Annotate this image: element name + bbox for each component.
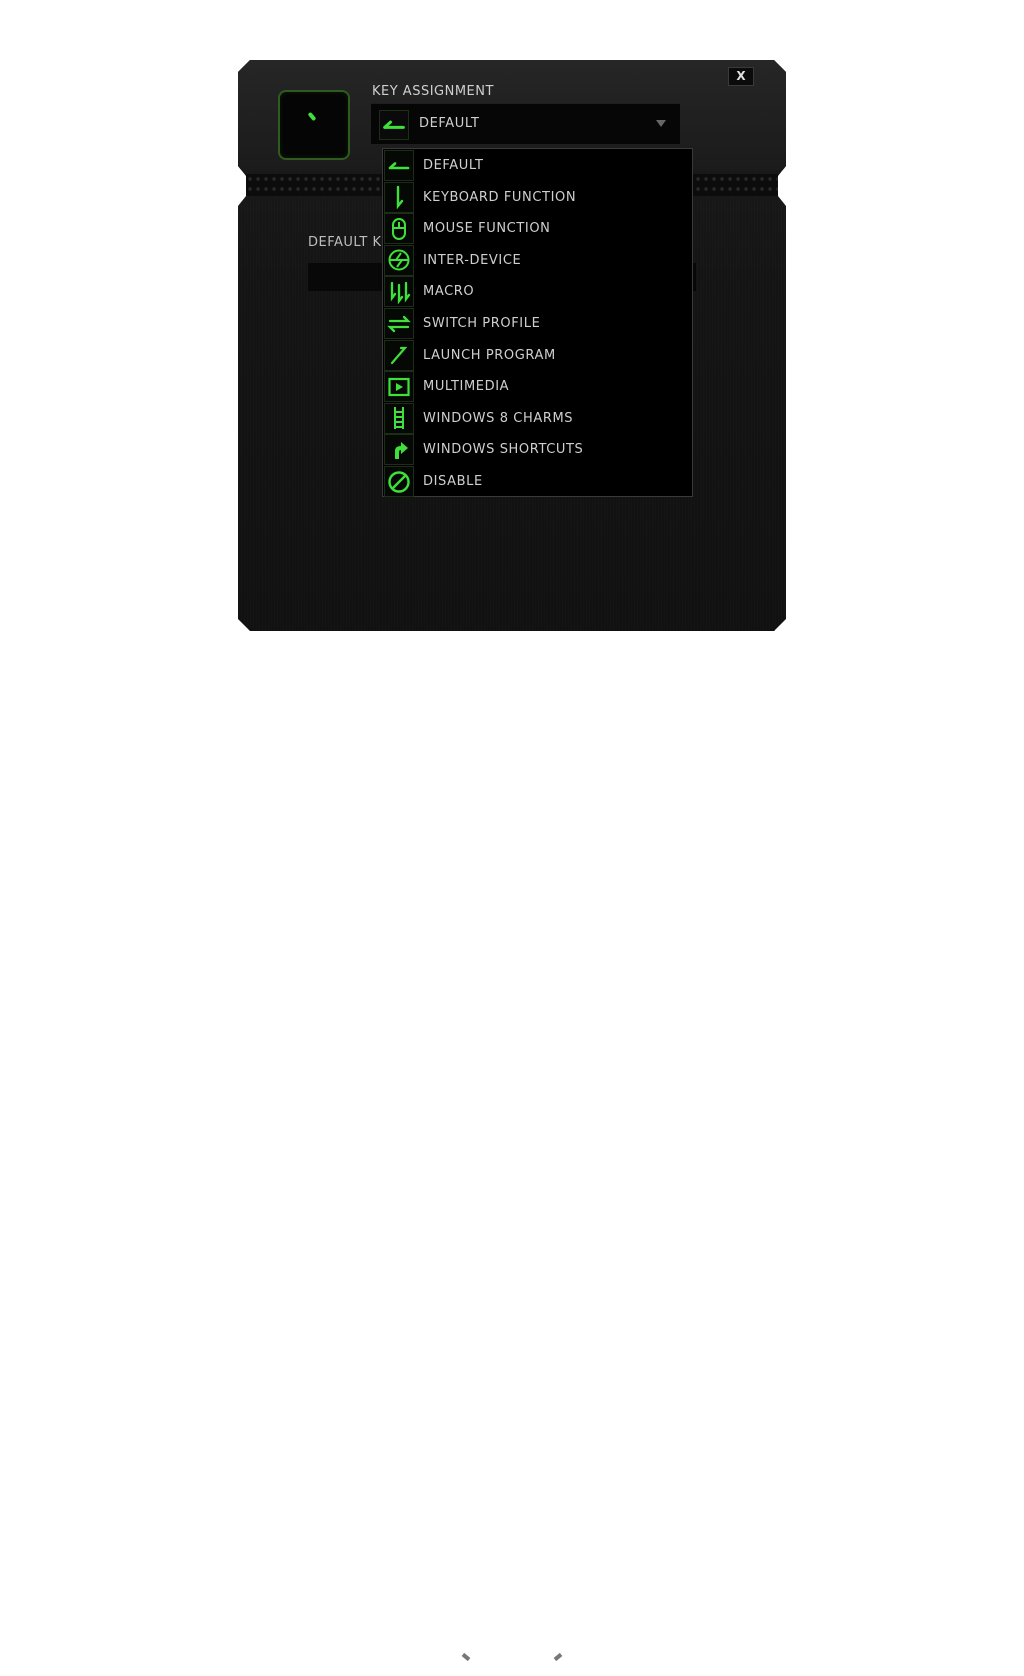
default-arrow-icon [384,150,414,181]
menu-item-disable[interactable]: DISABLE [383,465,692,497]
menu-item-multimedia[interactable]: MULTIMEDIA [383,370,692,403]
menu-item-launch-program[interactable]: LAUNCH PROGRAM [383,339,692,371]
default-arrow-icon [379,110,409,140]
inter-device-icon [384,244,414,276]
save-button[interactable]: SAVE [598,632,745,662]
chevron-down-icon[interactable] [656,120,666,127]
menu-item-mouse-function[interactable]: MOUSE FUNCTION [383,212,692,245]
menu-item-label: WINDOWS SHORTCUTS [423,442,584,458]
menu-item-windows-8-charms[interactable]: WINDOWS 8 CHARMS [383,402,692,434]
close-button[interactable]: X [728,67,754,86]
menu-item-default[interactable]: DEFAULT [383,149,692,181]
cancel-button[interactable]: CANCEL [766,632,913,662]
menu-item-keyboard-function[interactable]: KEYBOARD FUNCTION [383,181,692,213]
resize-arrow-icon [461,1652,471,1662]
menu-item-label: SWITCH PROFILE [423,316,541,331]
menu-item-label: DISABLE [423,474,483,489]
section-label: DEFAULT K [308,235,382,250]
key-indicator-icon [307,111,317,122]
resize-arrow-icon [553,1652,563,1662]
multimedia-icon [384,371,414,403]
menu-item-windows-shortcuts[interactable]: WINDOWS SHORTCUTS [383,433,692,466]
menu-item-label: KEYBOARD FUNCTION [423,189,577,205]
mouse-icon [384,213,414,245]
launch-program-icon [384,339,414,371]
switch-profile-icon [384,308,414,339]
menu-item-inter-device[interactable]: INTER-DEVICE [383,244,692,276]
dialog-title: KEY ASSIGNMENT [372,84,494,99]
menu-item-label: INTER-DEVICE [423,252,522,268]
menu-item-label: LAUNCH PROGRAM [423,347,556,363]
menu-item-label: DEFAULT [423,158,484,173]
menu-item-label: MOUSE FUNCTION [423,221,551,237]
menu-item-label: MACRO [423,284,475,300]
assignment-dropdown-menu: DEFAULT KEYBOARD FUNCTION MOUSE FUNCTION… [382,148,693,497]
macro-icon [384,276,414,308]
menu-item-label: WINDOWS 8 CHARMS [423,410,574,426]
keyboard-function-icon [384,181,414,213]
windows-shortcuts-icon [384,434,414,466]
key-preview [278,90,350,160]
windows-charms-icon [384,402,414,434]
disable-icon [384,466,414,497]
menu-item-macro[interactable]: MACRO [383,275,692,308]
selected-assignment: DEFAULT [419,116,480,131]
menu-item-switch-profile[interactable]: SWITCH PROFILE [383,307,692,339]
menu-item-label: MULTIMEDIA [423,379,510,395]
assignment-select[interactable]: DEFAULT [371,103,680,144]
